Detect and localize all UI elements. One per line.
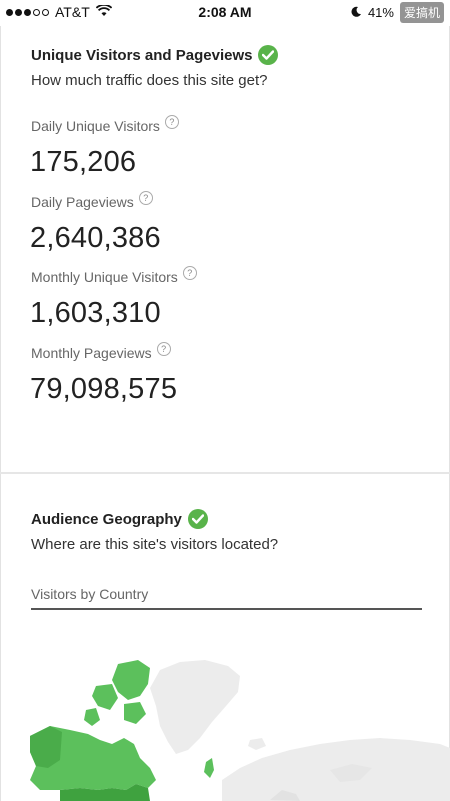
tab-active-underline (31, 608, 422, 610)
status-right: 41% 爱搞机 (350, 2, 444, 23)
watermark: 爱搞机 (399, 2, 444, 23)
metric-label-monthly-pageviews: Monthly Pageviews ? (31, 342, 171, 361)
status-bar: AT&T 2:08 AM 41% 爱搞机 (0, 0, 450, 26)
metric-label-text: Daily Pageviews (31, 194, 134, 210)
battery-percent: 41% (367, 5, 394, 20)
map-region-canada-islands (112, 660, 150, 700)
geography-title-text: Audience Geography (31, 510, 182, 528)
metric-label-daily-visitors: Daily Unique Visitors ? (31, 115, 179, 134)
help-icon[interactable]: ? (182, 266, 197, 280)
moon-icon (350, 5, 362, 21)
verified-check-icon (187, 509, 208, 529)
metric-label-text: Daily Unique Visitors (31, 118, 160, 134)
map-region-alaska (30, 726, 62, 768)
help-icon[interactable]: ? (164, 115, 179, 129)
map-region-uk (204, 758, 214, 778)
traffic-subtitle: How much traffic does this site get? (31, 72, 268, 89)
map-region-greenland (150, 660, 240, 754)
metric-value-daily-pageviews: 2,640,386 (30, 222, 161, 254)
world-map[interactable] (0, 640, 450, 801)
metric-value-daily-visitors: 175,206 (30, 146, 137, 178)
help-icon[interactable]: ? (138, 191, 153, 205)
traffic-section-title: Unique Visitors and Pageviews (31, 45, 279, 65)
metric-value-monthly-pageviews: 79,098,575 (30, 373, 178, 405)
map-region-iceland (248, 738, 266, 750)
metric-label-text: Monthly Unique Visitors (31, 269, 178, 285)
metric-label-daily-pageviews: Daily Pageviews ? (31, 191, 153, 210)
verified-check-icon (258, 45, 279, 65)
help-icon[interactable]: ? (156, 342, 171, 356)
metric-label-text: Monthly Pageviews (31, 345, 152, 361)
tab-visitors-by-country[interactable]: Visitors by Country (31, 586, 148, 602)
metric-label-monthly-visitors: Monthly Unique Visitors ? (31, 266, 197, 285)
traffic-title-text: Unique Visitors and Pageviews (31, 46, 253, 64)
geography-section-title: Audience Geography (31, 509, 208, 529)
geography-subtitle: Where are this site's visitors located? (31, 536, 279, 553)
metric-value-monthly-visitors: 1,603,310 (30, 297, 161, 329)
